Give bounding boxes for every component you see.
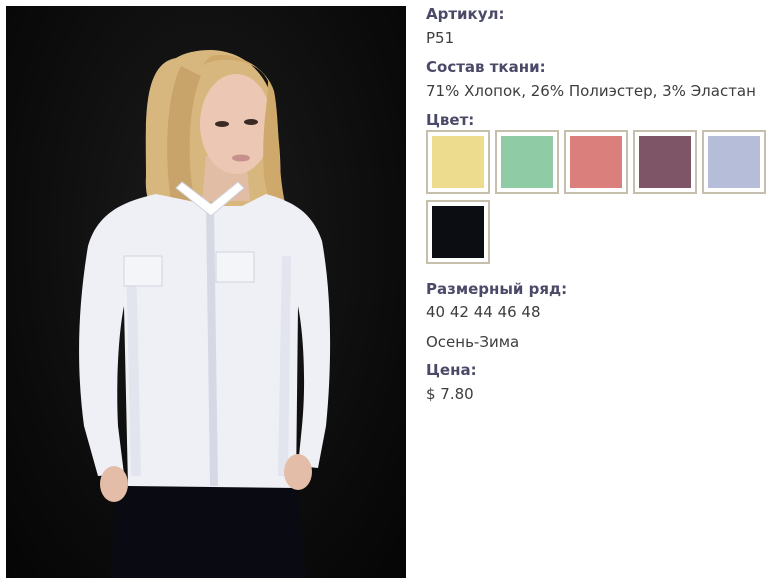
price-label: Цена: xyxy=(426,361,477,379)
color-swatch-mauve[interactable] xyxy=(633,130,697,194)
color-swatch-pink[interactable] xyxy=(564,130,628,194)
fabric-label: Состав ткани: xyxy=(426,58,546,76)
product-photo xyxy=(6,6,406,578)
color-label: Цвет: xyxy=(426,111,475,129)
color-swatches xyxy=(426,130,771,266)
sku-value: P51 xyxy=(426,29,455,47)
color-swatch-black[interactable] xyxy=(426,200,490,264)
color-swatch-yellow[interactable] xyxy=(426,130,490,194)
price-value: $ 7.80 xyxy=(426,385,474,403)
color-swatch-lavender[interactable] xyxy=(702,130,766,194)
fabric-value: 71% Хлопок, 26% Полиэстер, 3% Эластан xyxy=(426,82,756,100)
sizes-label: Размерный ряд: xyxy=(426,280,568,298)
season-value: Осень-Зима xyxy=(426,333,520,351)
sizes-value: 40 42 44 46 48 xyxy=(426,303,541,321)
color-swatch-mint[interactable] xyxy=(495,130,559,194)
sku-label: Артикул: xyxy=(426,5,505,23)
